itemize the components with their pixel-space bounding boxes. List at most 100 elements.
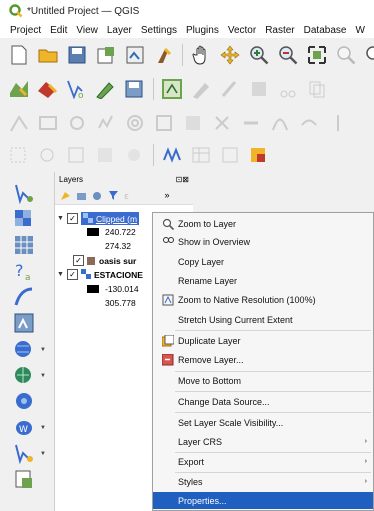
layer-tree-item[interactable]: ▼ ✓ Clipped (m (57, 212, 140, 225)
copy-layer-menu-item[interactable]: Copy Layer (153, 253, 373, 270)
style-manager-icon[interactable] (153, 44, 175, 66)
change-data-source-menu-item[interactable]: Change Data Source... (153, 393, 373, 410)
save-edits-icon[interactable] (124, 78, 146, 100)
zoom-out-icon[interactable] (277, 44, 299, 66)
open-project-icon[interactable] (37, 44, 59, 66)
digitize-line-icon[interactable] (8, 112, 30, 134)
show-in-overview-menu-item[interactable]: Show in Overview (153, 233, 373, 250)
remove-layer-menu-item[interactable]: Remove Layer... (153, 351, 373, 368)
menu-database[interactable]: Database (304, 25, 347, 36)
filter-legend-icon[interactable] (107, 189, 119, 201)
add-virtual-layer-icon[interactable] (12, 312, 36, 334)
add-spatialite-layer-icon[interactable] (12, 286, 36, 308)
current-edits-icon[interactable] (8, 78, 30, 100)
toggle-editing-icon[interactable] (37, 78, 59, 100)
rename-layer-menu-item[interactable]: Rename Layer (153, 272, 373, 289)
filter-by-expression-icon[interactable]: ε (123, 189, 135, 201)
menu-layer[interactable]: Layer (107, 25, 132, 36)
add-raster-layer-icon[interactable] (12, 208, 36, 230)
zoom-to-selection-icon[interactable] (335, 44, 357, 66)
zoom-full-icon[interactable] (306, 44, 328, 66)
delete-selected-icon[interactable] (248, 78, 270, 100)
copy-features-icon[interactable] (306, 78, 328, 100)
layer-tree-item[interactable]: ✓ oasis sur (73, 254, 136, 267)
add-feature-icon[interactable] (161, 78, 183, 100)
add-wcs-layer-icon[interactable] (12, 390, 36, 412)
set-scale-visibility-menu-item[interactable]: Set Layer Scale Visibility... (153, 414, 373, 431)
save-project-icon[interactable] (66, 44, 88, 66)
add-vector-layer-icon[interactable] (12, 182, 36, 204)
digitize-vertex-icon[interactable]: o (66, 78, 88, 100)
layer-crs-menu-item[interactable]: Layer CRS › (153, 433, 373, 450)
add-delimited-text-icon[interactable]: ? a (12, 260, 36, 282)
open-attribute-table-icon[interactable] (190, 144, 212, 166)
add-mesh-layer-icon[interactable] (12, 234, 36, 256)
move-to-bottom-menu-item[interactable]: Move to Bottom (153, 372, 373, 389)
layer-visibility-checkbox[interactable]: ✓ (66, 213, 78, 224)
menu-plugins[interactable]: Plugins (186, 25, 219, 36)
stretch-current-extent-menu-item[interactable]: Stretch Using Current Extent (153, 311, 373, 328)
zoom-to-layer-icon[interactable] (364, 44, 374, 66)
edit-node-icon[interactable] (219, 78, 241, 100)
simplify-feature-icon[interactable] (95, 112, 117, 134)
show-map-tips-icon[interactable] (248, 144, 270, 166)
selected-layer-label[interactable]: Clipped (m (80, 212, 140, 225)
cut-features-icon[interactable] (277, 78, 299, 100)
layout-manager-icon[interactable] (124, 44, 146, 66)
delete-part-icon[interactable] (240, 112, 262, 134)
zoom-in-icon[interactable] (248, 44, 270, 66)
expand-arrow-icon[interactable]: ▼ (57, 215, 64, 222)
svg-text:W: W (19, 425, 28, 435)
open-layer-styling-icon[interactable] (59, 189, 71, 201)
digitize-layers-icon[interactable] (37, 112, 59, 134)
layer-visibility-checkbox[interactable]: ✓ (66, 269, 78, 280)
identify-icon[interactable] (124, 144, 146, 166)
menu-edit[interactable]: Edit (50, 25, 67, 36)
layer-visibility-checkbox[interactable]: ✓ (73, 255, 84, 266)
zoom-to-layer-menu-item[interactable]: Zoom to Layer (153, 215, 373, 232)
properties-menu-item[interactable]: Properties... (153, 492, 373, 509)
digitize-pen-icon[interactable] (95, 78, 117, 100)
delete-ring-icon[interactable] (211, 112, 233, 134)
menu-project[interactable]: Project (10, 25, 41, 36)
add-ring-icon[interactable] (124, 112, 146, 134)
fill-ring-icon[interactable] (182, 112, 204, 134)
new-temporary-layer-icon[interactable] (12, 468, 36, 490)
zoom-native-resolution-menu-item[interactable]: Zoom to Native Resolution (100%) (153, 291, 373, 308)
menu-settings[interactable]: Settings (141, 25, 177, 36)
add-group-icon[interactable] (75, 189, 87, 201)
menu-view[interactable]: View (76, 25, 98, 36)
styles-menu-item[interactable]: Styles › (153, 473, 373, 490)
split-features-icon[interactable] (327, 112, 349, 134)
deselect-all-icon[interactable] (66, 144, 88, 166)
menu-vector[interactable]: Vector (228, 25, 256, 36)
manage-map-themes-icon[interactable] (91, 189, 103, 201)
select-features-icon[interactable] (8, 144, 30, 166)
new-shapefile-layer-icon[interactable]: ▼ (12, 442, 46, 464)
export-menu-item[interactable]: Export › (153, 453, 373, 470)
panel-float-close-icon[interactable]: ⊡⊠ (176, 175, 189, 184)
legend-value: -130.014 (105, 283, 139, 294)
pan-to-selection-icon[interactable] (219, 44, 241, 66)
add-postgis-layer-icon[interactable]: W ▼ (12, 416, 46, 438)
add-wfs-layer-icon[interactable]: ▼ (12, 364, 46, 386)
field-calculator-icon[interactable] (219, 144, 241, 166)
more-tools-icon[interactable]: » (161, 189, 173, 201)
add-wms-layer-icon[interactable]: ▼ (12, 338, 46, 360)
new-project-icon[interactable] (8, 44, 30, 66)
expand-arrow-icon[interactable]: ▼ (57, 271, 64, 278)
select-all-icon[interactable] (95, 144, 117, 166)
reshape-icon[interactable] (269, 112, 291, 134)
offset-curve-icon[interactable] (298, 112, 320, 134)
menu-web[interactable]: W (355, 25, 364, 36)
measure-line-icon[interactable] (161, 144, 183, 166)
select-by-value-icon[interactable] (37, 144, 59, 166)
new-print-layout-icon[interactable] (95, 44, 117, 66)
layer-tree-item[interactable]: ▼ ✓ ESTACIONE (57, 268, 143, 281)
edit-pen-icon[interactable] (190, 78, 212, 100)
duplicate-layer-menu-item[interactable]: Duplicate Layer (153, 332, 373, 349)
add-part-icon[interactable] (153, 112, 175, 134)
rotate-feature-icon[interactable] (66, 112, 88, 134)
pan-map-icon[interactable] (190, 44, 212, 66)
menu-raster[interactable]: Raster (265, 25, 294, 36)
